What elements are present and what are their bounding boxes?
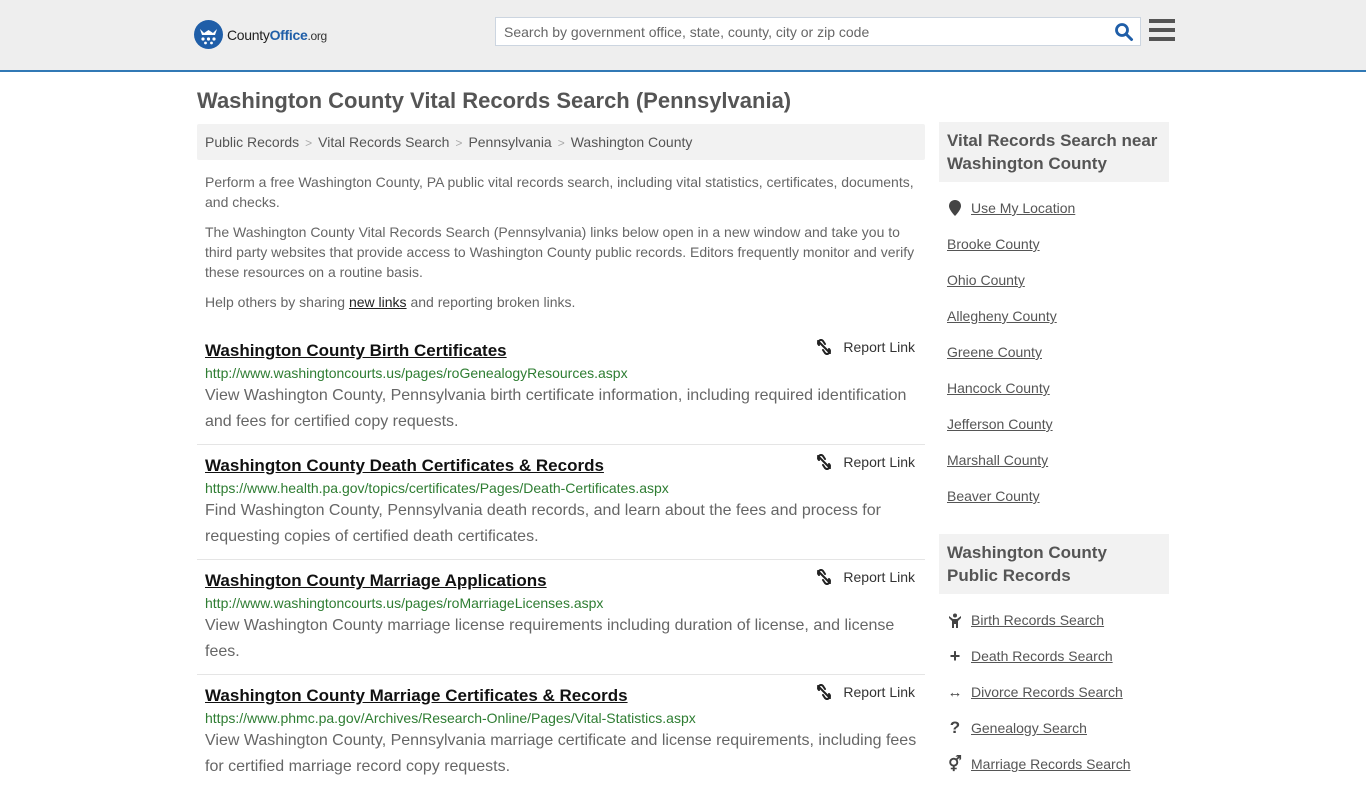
birth-records-search-link[interactable]: Birth Records Search (971, 612, 1104, 628)
logo-badge-icon (194, 20, 223, 49)
report-link-button[interactable]: Report Link (816, 684, 915, 700)
breadcrumb-current: Washington County (570, 134, 693, 150)
intro-paragraph: The Washington County Vital Records Sear… (205, 224, 915, 280)
result-url: https://www.health.pa.gov/topics/certifi… (205, 480, 669, 496)
death-records-search-link[interactable]: Death Records Search (971, 648, 1113, 664)
broken-link-icon (817, 569, 832, 585)
map-marker-icon (947, 200, 963, 216)
use-my-location-link[interactable]: Use My Location (971, 200, 1075, 216)
result-item: Washington County Death Certificates & R… (197, 445, 925, 560)
public-record-item: ? Genealogy Search (947, 710, 1161, 746)
results-list: Washington County Birth Certificates Rep… (197, 330, 925, 789)
public-record-item: + Death Records Search (947, 638, 1161, 674)
broken-link-icon (817, 339, 832, 355)
nearby-county-item: Beaver County (947, 478, 1161, 514)
result-url: https://www.phmc.pa.gov/Archives/Researc… (205, 710, 696, 726)
nearby-county-link[interactable]: Marshall County (947, 452, 1048, 468)
search-input[interactable] (496, 18, 1096, 45)
broken-link-icon (817, 454, 832, 470)
result-description: Find Washington County, Pennsylvania dea… (205, 502, 881, 545)
sidebar: Vital Records Search near Washington Cou… (939, 122, 1169, 782)
site-logo[interactable]: CountyOffice.org (194, 20, 327, 49)
arrows-h-icon: ↔ (947, 683, 963, 701)
logo-text: CountyOffice.org (227, 26, 327, 43)
breadcrumb-pennsylvania[interactable]: Pennsylvania (468, 134, 551, 150)
site-header: CountyOffice.org (0, 0, 1366, 72)
breadcrumb-separator: > (557, 136, 565, 150)
nearby-county-item: Jefferson County (947, 406, 1161, 442)
breadcrumb-separator: > (455, 136, 463, 150)
breadcrumb: Public Records > Vital Records Search > Penn… (197, 124, 925, 160)
report-link-button[interactable]: Report Link (816, 339, 915, 355)
nearby-heading: Vital Records Search near Washington Cou… (939, 122, 1169, 182)
result-url: http://www.washingtoncourts.us/pages/roM… (205, 595, 604, 611)
result-title-link[interactable]: Washington County Marriage Certificates … (205, 686, 628, 706)
report-link-button[interactable]: Report Link (816, 569, 915, 585)
intro-paragraph: Perform a free Washington County, PA pub… (205, 174, 914, 210)
plus-icon: + (949, 645, 961, 666)
nearby-county-link[interactable]: Hancock County (947, 380, 1050, 396)
report-link-button[interactable]: Report Link (816, 454, 915, 470)
result-item: Washington County Marriage Certificates … (197, 675, 925, 789)
result-url: http://www.washingtoncourts.us/pages/roG… (205, 365, 628, 381)
use-location-item: Use My Location (947, 190, 1161, 226)
result-description: View Washington County, Pennsylvania bir… (205, 387, 907, 430)
search-box (495, 17, 1141, 46)
result-title-link[interactable]: Washington County Marriage Applications (205, 571, 547, 591)
intro: Perform a free Washington County, PA pub… (197, 172, 925, 312)
public-record-item: Birth Records Search (947, 602, 1161, 638)
nearby-county-item: Marshall County (947, 442, 1161, 478)
divorce-records-search-link[interactable]: Divorce Records Search (971, 684, 1123, 700)
nearby-county-link[interactable]: Jefferson County (947, 416, 1053, 432)
public-records-list: Birth Records Search + Death Records Sea… (939, 594, 1169, 782)
breadcrumb-public-records[interactable]: Public Records (205, 134, 299, 150)
nearby-county-link[interactable]: Beaver County (947, 488, 1040, 504)
result-description: View Washington County, Pennsylvania mar… (205, 732, 917, 775)
nearby-county-link[interactable]: Allegheny County (947, 308, 1057, 324)
nearby-county-item: Brooke County (947, 226, 1161, 262)
result-description: View Washington County marriage license … (205, 617, 895, 660)
question-icon: ? (949, 718, 961, 737)
nearby-county-item: Allegheny County (947, 298, 1161, 334)
breadcrumb-vital-records-search[interactable]: Vital Records Search (318, 134, 449, 150)
marriage-records-search-link[interactable]: Marriage Records Search (971, 756, 1131, 772)
new-links-link[interactable]: new links (349, 294, 407, 310)
genealogy-search-link[interactable]: Genealogy Search (971, 720, 1087, 736)
result-title-link[interactable]: Washington County Death Certificates & R… (205, 456, 604, 476)
result-item: Washington County Marriage Applications … (197, 560, 925, 675)
nearby-county-item: Hancock County (947, 370, 1161, 406)
venus-mars-icon: ⚥ (948, 756, 962, 773)
nearby-list: Use My Location Brooke County Ohio Count… (939, 182, 1169, 514)
main-content: Public Records > Vital Records Search > Penn… (197, 124, 925, 789)
nearby-county-link[interactable]: Greene County (947, 344, 1042, 360)
child-icon (947, 613, 963, 628)
nearby-county-item: Ohio County (947, 262, 1161, 298)
hamburger-menu-icon[interactable] (1149, 19, 1175, 43)
public-record-item: ↔ Divorce Records Search (947, 674, 1161, 710)
nearby-county-link[interactable]: Brooke County (947, 236, 1040, 252)
page-title: Washington County Vital Records Search (… (197, 88, 792, 113)
search-icon[interactable] (1114, 22, 1134, 42)
share-note: Help others by sharing new links and rep… (205, 294, 576, 310)
nearby-county-item: Greene County (947, 334, 1161, 370)
result-item: Washington County Birth Certificates Rep… (197, 330, 925, 445)
breadcrumb-separator: > (305, 136, 313, 150)
broken-link-icon (817, 684, 832, 700)
public-records-heading: Washington County Public Records (939, 534, 1169, 594)
result-title-link[interactable]: Washington County Birth Certificates (205, 341, 507, 361)
nearby-county-link[interactable]: Ohio County (947, 272, 1025, 288)
public-record-item: ⚥ Marriage Records Search (947, 746, 1161, 782)
